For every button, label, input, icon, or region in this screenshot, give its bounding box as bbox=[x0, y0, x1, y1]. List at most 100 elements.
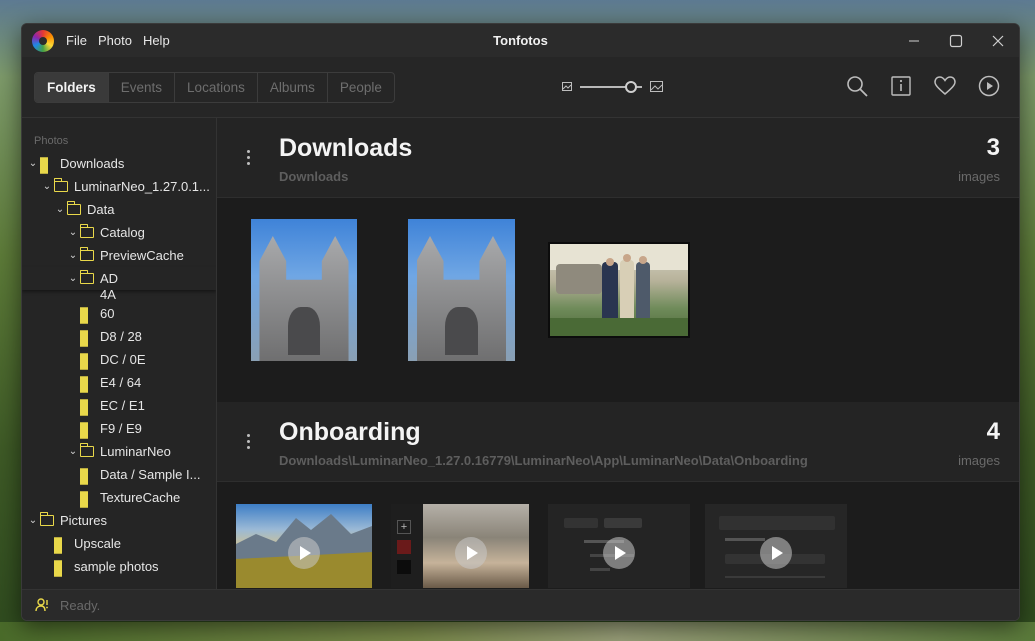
tab-people[interactable]: People bbox=[328, 73, 394, 102]
play-icon[interactable] bbox=[288, 536, 320, 569]
sidebar-item-catalog[interactable]: ⌄ Catalog bbox=[22, 221, 216, 244]
folder-icon bbox=[79, 247, 94, 261]
sidebar-item-downloads[interactable]: ⌄ Downloads bbox=[22, 152, 216, 175]
sidebar-item-label: DC / 0E bbox=[100, 352, 146, 367]
chevron-down-icon[interactable]: ⌄ bbox=[68, 273, 78, 284]
image-count: 3 bbox=[986, 134, 1000, 161]
minimize-button[interactable] bbox=[893, 24, 935, 57]
maximize-icon bbox=[949, 34, 963, 47]
menu-bar: File Photo Help bbox=[66, 33, 170, 48]
sidebar-item-d8-28[interactable]: D8 / 28 bbox=[22, 325, 216, 348]
sidebar-item-luminarneo-download[interactable]: ⌄ LuminarNeo_1.27.0.1... bbox=[22, 175, 216, 198]
sidebar-item-4a[interactable]: 4A bbox=[22, 290, 216, 302]
slideshow-button[interactable] bbox=[977, 74, 1001, 98]
folder-icon bbox=[79, 443, 94, 457]
video-thumbnail[interactable] bbox=[548, 504, 690, 588]
thumbnail-grid bbox=[217, 198, 1019, 402]
sidebar-item-label: LuminarNeo_1.27.0.1... bbox=[74, 179, 210, 194]
photo-thumbnail[interactable] bbox=[548, 242, 690, 338]
play-icon[interactable] bbox=[603, 536, 635, 569]
video-thumbnail[interactable]: + bbox=[391, 504, 529, 588]
sidebar-item-upscale[interactable]: Upscale bbox=[22, 532, 216, 555]
sidebar-item-label: Data bbox=[87, 202, 115, 217]
sidebar-item-luminarneo[interactable]: ⌄ LuminarNeo bbox=[22, 440, 216, 463]
sidebar-item-sample-photos[interactable]: sample photos bbox=[22, 555, 216, 578]
status-bar: Ready. bbox=[22, 589, 1019, 620]
play-icon[interactable] bbox=[455, 536, 488, 569]
chevron-down-icon[interactable]: ⌄ bbox=[42, 181, 52, 192]
sidebar-item-data[interactable]: ⌄ Data bbox=[22, 198, 216, 221]
add-icon: + bbox=[397, 520, 411, 534]
sidebar-item-ad[interactable]: ⌄ AD bbox=[22, 267, 216, 290]
slider-knob[interactable] bbox=[625, 80, 637, 93]
menu-help[interactable]: Help bbox=[143, 33, 170, 48]
photo-thumbnail[interactable] bbox=[408, 219, 515, 361]
tab-locations[interactable]: Locations bbox=[175, 73, 258, 102]
search-button[interactable] bbox=[845, 74, 869, 98]
info-icon bbox=[891, 76, 911, 96]
more-options-icon[interactable] bbox=[247, 434, 253, 452]
chevron-down-icon[interactable]: ⌄ bbox=[55, 204, 65, 215]
section-header-onboarding: Onboarding Downloads\LuminarNeo_1.27.0.1… bbox=[217, 402, 1019, 482]
info-button[interactable] bbox=[889, 74, 913, 98]
main-area: Photos ⌄ Downloads ⌄ LuminarNeo_1.27.0.1… bbox=[22, 118, 1019, 589]
video-thumbnail[interactable] bbox=[236, 504, 372, 588]
heart-icon bbox=[934, 76, 956, 95]
sidebar-item-previewcache[interactable]: ⌄ PreviewCache bbox=[22, 244, 216, 267]
view-tabs: Folders Events Locations Albums People bbox=[34, 72, 395, 103]
photo-thumbnail[interactable] bbox=[251, 219, 357, 361]
desktop-background bbox=[0, 622, 1035, 641]
chevron-down-icon[interactable]: ⌄ bbox=[28, 515, 38, 526]
more-options-icon[interactable] bbox=[247, 150, 253, 168]
toolbar-actions bbox=[845, 74, 1001, 98]
grid-icon bbox=[80, 376, 94, 393]
app-logo-icon bbox=[32, 29, 54, 52]
minimize-icon bbox=[909, 40, 919, 41]
sidebar-item-pictures[interactable]: ⌄ Pictures bbox=[22, 509, 216, 532]
user-status-icon bbox=[35, 598, 48, 612]
sidebar-item-60[interactable]: 60 bbox=[22, 302, 216, 325]
chevron-down-icon[interactable]: ⌄ bbox=[68, 446, 78, 457]
window-controls bbox=[893, 24, 1019, 57]
close-button[interactable] bbox=[977, 24, 1019, 57]
chevron-down-icon[interactable]: ⌄ bbox=[68, 227, 78, 238]
small-image-icon[interactable] bbox=[562, 82, 572, 91]
sidebar-item-e4-64[interactable]: E4 / 64 bbox=[22, 371, 216, 394]
search-icon bbox=[847, 76, 868, 97]
gallery-content: Downloads Downloads 3 images Onboarding … bbox=[217, 118, 1019, 589]
maximize-button[interactable] bbox=[935, 24, 977, 57]
sidebar-item-label: Data / Sample I... bbox=[100, 467, 201, 482]
sidebar-item-dc-0e[interactable]: DC / 0E bbox=[22, 348, 216, 371]
menu-photo[interactable]: Photo bbox=[98, 33, 132, 48]
sidebar-item-data-sample[interactable]: Data / Sample I... bbox=[22, 463, 216, 486]
sidebar-item-ec-e1[interactable]: EC / E1 bbox=[22, 394, 216, 417]
menu-file[interactable]: File bbox=[66, 33, 87, 48]
sidebar-item-f9-e9[interactable]: F9 / E9 bbox=[22, 417, 216, 440]
tab-albums[interactable]: Albums bbox=[258, 73, 328, 102]
thumbnail-size-slider[interactable] bbox=[580, 80, 642, 93]
tab-folders[interactable]: Folders bbox=[35, 73, 109, 102]
grid-icon bbox=[80, 468, 94, 485]
section-title: Onboarding bbox=[279, 418, 421, 446]
swatch-icon bbox=[397, 560, 411, 574]
sidebar-item-label: sample photos bbox=[74, 559, 159, 574]
tab-events[interactable]: Events bbox=[109, 73, 176, 102]
folder-icon bbox=[79, 224, 94, 238]
chevron-down-icon[interactable]: ⌄ bbox=[68, 250, 78, 261]
folder-icon bbox=[79, 270, 94, 284]
large-image-icon[interactable] bbox=[650, 81, 663, 92]
window-title: Tonfotos bbox=[493, 33, 548, 48]
chevron-down-icon[interactable]: ⌄ bbox=[28, 158, 38, 169]
sidebar-item-label: Pictures bbox=[60, 513, 107, 528]
video-thumbnail[interactable] bbox=[705, 504, 847, 588]
status-text: Ready. bbox=[60, 597, 101, 613]
sidebar-item-label: AD bbox=[100, 271, 119, 286]
sidebar-item-texturecache[interactable]: TextureCache bbox=[22, 486, 216, 509]
people-photo-image bbox=[550, 244, 688, 336]
tool-strip: + bbox=[397, 520, 415, 588]
image-count: 4 bbox=[986, 418, 1000, 445]
section-path: Downloads bbox=[279, 169, 349, 184]
favorite-button[interactable] bbox=[933, 74, 957, 98]
play-icon[interactable] bbox=[760, 536, 792, 569]
app-window: File Photo Help Tonfotos Folders Events … bbox=[21, 23, 1020, 621]
